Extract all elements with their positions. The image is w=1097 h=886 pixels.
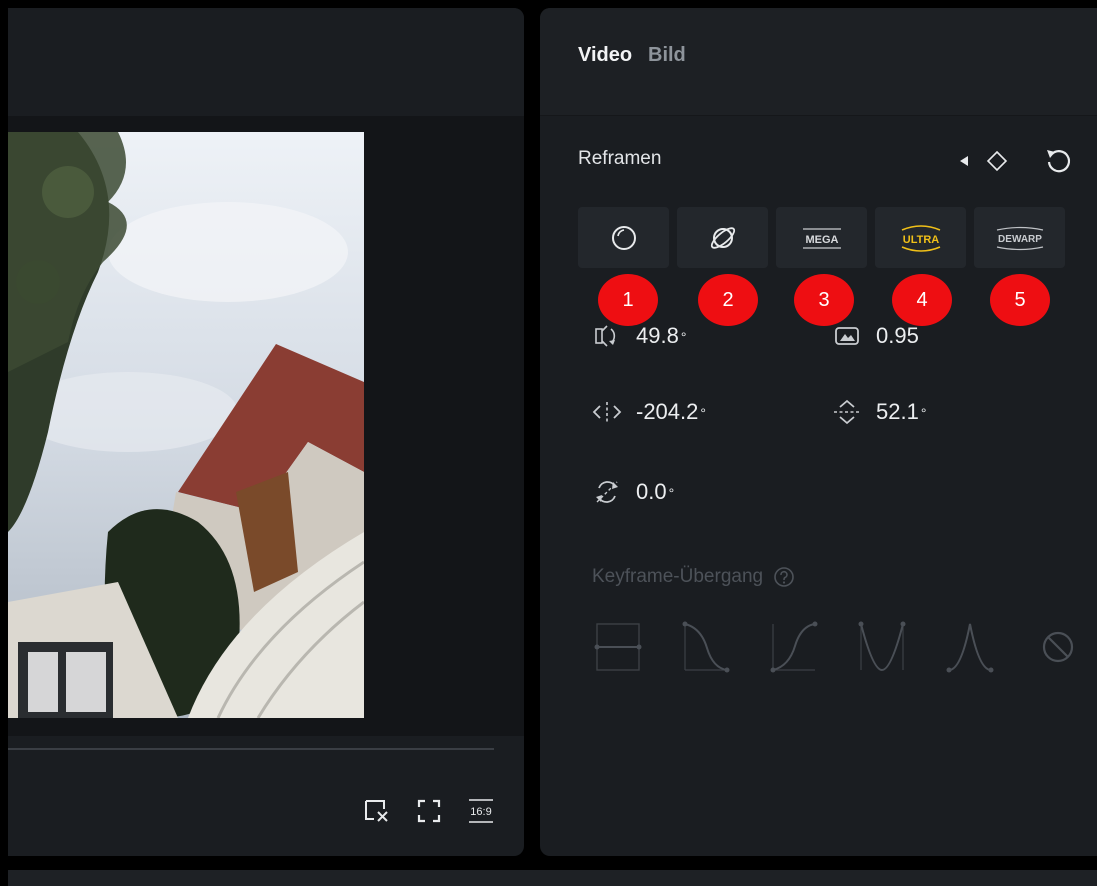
roll-param[interactable]: 0.0 °: [592, 478, 674, 506]
reframe-mode-buttons: MEGA ULTRA DEWARP: [578, 207, 1065, 268]
pan-icon: [592, 398, 622, 426]
preview-toolbar: 16:9: [362, 796, 496, 826]
bell-curve-icon: [946, 623, 994, 673]
pan-param[interactable]: -204.2 °: [592, 398, 706, 426]
preview-stage: [8, 116, 524, 736]
crop-off-icon: [365, 800, 388, 822]
reframe-section-title: Reframen: [578, 148, 662, 169]
keyframe-controls: [957, 144, 1075, 178]
mega-label: MEGA: [805, 234, 838, 246]
keyframe-curve-buttons: [592, 618, 1084, 676]
fov-value: 49.8 °: [636, 323, 687, 348]
annotation-badge-2: 2: [698, 274, 758, 326]
hold-curve-icon: [594, 623, 642, 671]
curve-ease-out-button[interactable]: [680, 618, 732, 676]
mode-mega-button[interactable]: MEGA: [776, 207, 867, 268]
add-keyframe-button[interactable]: [985, 149, 1009, 173]
none-icon: [1042, 631, 1074, 663]
annotation-badge-1: 1: [598, 274, 658, 326]
distortion-value: 0.95: [876, 323, 919, 348]
curve-bell-button[interactable]: [944, 618, 996, 676]
settings-panel: Video Bild Reframen MEGA ULTRA DEWARP 1 …: [540, 8, 1097, 856]
tabs-bar: Video Bild: [540, 8, 1097, 116]
tilt-icon: [832, 398, 862, 426]
ease-in-curve-icon: [770, 621, 818, 673]
mode-ultra-button[interactable]: ULTRA: [875, 207, 966, 268]
aspect-ratio-button[interactable]: 16:9: [466, 796, 496, 826]
mega-icon: MEGA: [802, 227, 841, 249]
tilt-param[interactable]: 52.1 °: [832, 398, 926, 426]
aspect-ratio-label: 16:9: [470, 806, 491, 818]
ultra-icon: ULTRA: [901, 224, 940, 252]
reset-button[interactable]: [1041, 144, 1075, 178]
curve-ease-in-button[interactable]: [768, 618, 820, 676]
video-preview-frame[interactable]: [8, 132, 364, 718]
roll-icon: [592, 478, 622, 506]
triangle-left-icon: [960, 156, 968, 166]
tilt-value: 52.1 °: [876, 399, 927, 424]
aspect-ratio-icon: 16:9: [469, 799, 493, 823]
previous-keyframe-button[interactable]: [957, 151, 971, 171]
annotation-badge-4: 4: [892, 274, 952, 326]
roll-value: 0.0 °: [636, 479, 675, 504]
planet-icon: [710, 226, 735, 249]
keyframe-transition-text: Keyframe-Übergang: [592, 566, 764, 587]
ultra-label: ULTRA: [902, 234, 939, 246]
tab-bild[interactable]: Bild: [648, 44, 686, 67]
ease-in-out-curve-icon: [858, 621, 906, 672]
dewarp-icon: DEWARP: [996, 226, 1043, 250]
pan-value: -204.2 °: [636, 399, 706, 424]
crop-toggle-button[interactable]: [362, 796, 392, 826]
preview-header: [8, 8, 524, 116]
dewarp-label: DEWARP: [998, 234, 1042, 245]
distortion-param[interactable]: 0.95: [832, 322, 919, 350]
timeline-progress-line[interactable]: [8, 748, 494, 750]
mode-circle-button[interactable]: [578, 207, 669, 268]
preview-panel: 16:9: [8, 8, 524, 856]
ease-out-curve-icon: [682, 621, 730, 673]
keyframe-diamond-icon: [986, 150, 1008, 172]
circle-lens-icon: [611, 225, 636, 250]
curve-ease-in-out-button[interactable]: [856, 618, 908, 676]
mode-planet-button[interactable]: [677, 207, 768, 268]
fullscreen-icon: [417, 799, 441, 823]
preview-illustration: [8, 132, 364, 718]
curve-hold-button[interactable]: [592, 618, 644, 676]
image-icon: [832, 322, 862, 350]
fullscreen-button[interactable]: [414, 796, 444, 826]
bottom-strip: [8, 870, 1097, 886]
keyframe-transition-label: Keyframe-Übergang: [592, 566, 795, 588]
annotation-badge-5: 5: [990, 274, 1050, 326]
help-icon[interactable]: [773, 566, 795, 588]
mode-dewarp-button[interactable]: DEWARP: [974, 207, 1065, 268]
reset-icon: [1047, 150, 1071, 173]
tab-video[interactable]: Video: [578, 44, 632, 67]
fov-icon: [592, 322, 622, 350]
curve-none-button[interactable]: [1032, 618, 1084, 676]
fov-param[interactable]: 49.8 °: [592, 322, 686, 350]
annotation-badge-3: 3: [794, 274, 854, 326]
